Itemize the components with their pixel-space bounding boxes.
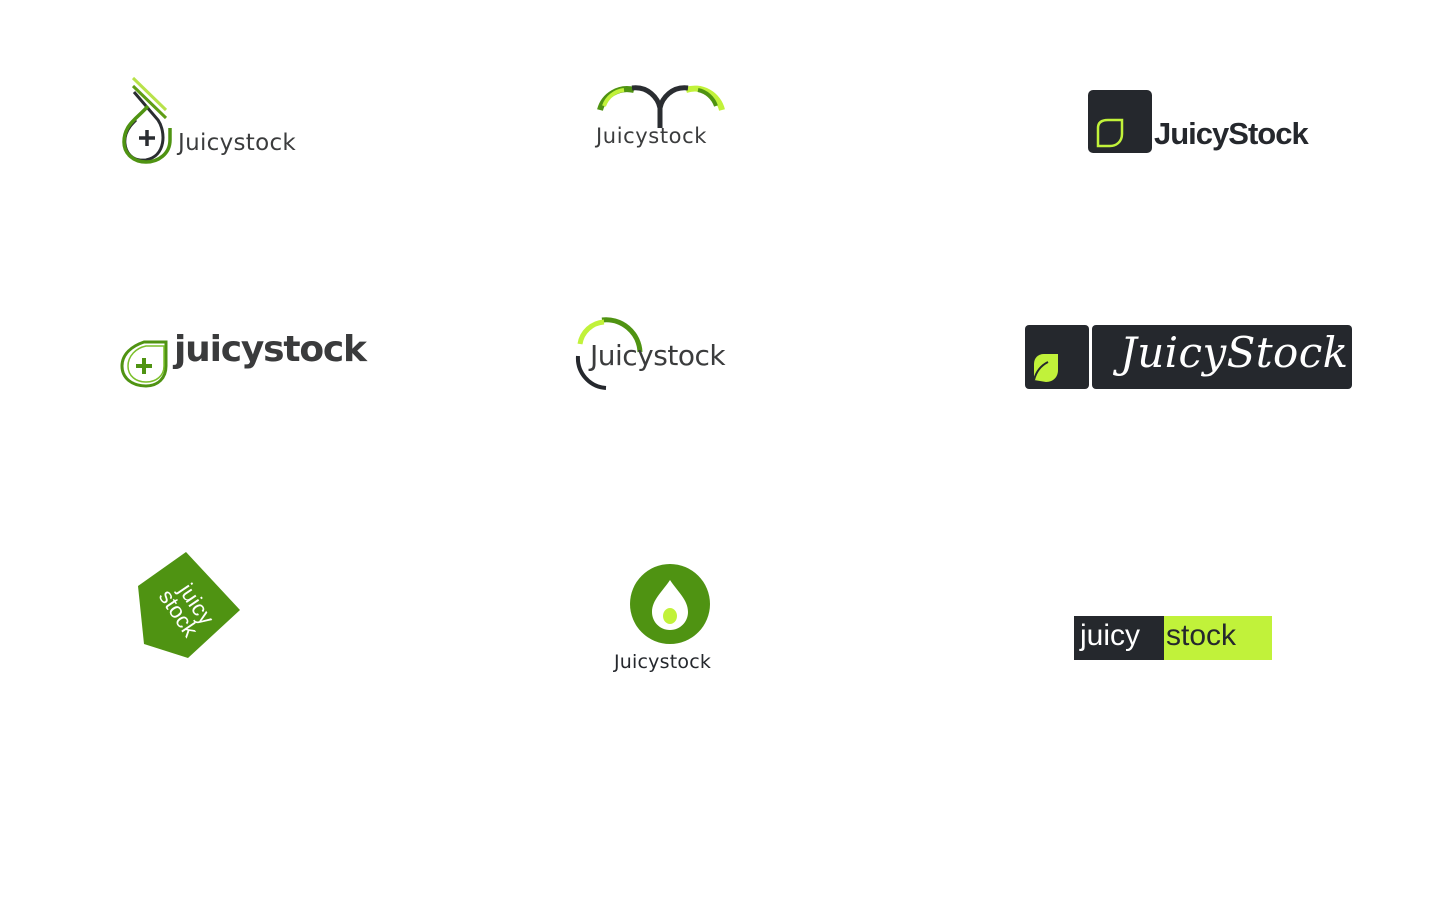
logo-8-wordmark: Juicystock (614, 651, 712, 673)
logo-2: Juicystock (590, 78, 730, 158)
logo-3-wordmark: JuicyStock (1154, 116, 1309, 151)
logo-2-wordmark: Juicystock (596, 124, 708, 148)
logo-9-word-left: juicy (1074, 616, 1164, 660)
square-leaf-icon (1088, 90, 1152, 153)
logo-3: JuicyStock (1084, 86, 1324, 158)
logo-8: Juicystock (608, 562, 734, 680)
logo-4: juicystock (116, 326, 367, 396)
circle-drop-icon (630, 564, 710, 644)
logo-9: juicy stock (1074, 616, 1272, 660)
logo-sheet: { "logos": [ { "id": 1, "text": "Juicyst… (0, 0, 1440, 900)
logo-1-wordmark: Juicystock (178, 130, 297, 156)
logo-6: JuicyStock (1024, 324, 1354, 390)
plus-drop-icon (120, 340, 168, 388)
logo-4-wordmark: juicystock (174, 329, 367, 370)
tag-icon: juicy stock (138, 552, 240, 658)
logo-6-wordmark: JuicyStock (1120, 328, 1349, 377)
logo-1: Juicystock (118, 74, 328, 170)
logo-5-wordmark: Juicystock (590, 339, 726, 372)
logo-9-word-right: stock (1164, 616, 1272, 660)
logo-7: juicy stock (130, 548, 250, 666)
logo-5: Juicystock (560, 312, 770, 398)
